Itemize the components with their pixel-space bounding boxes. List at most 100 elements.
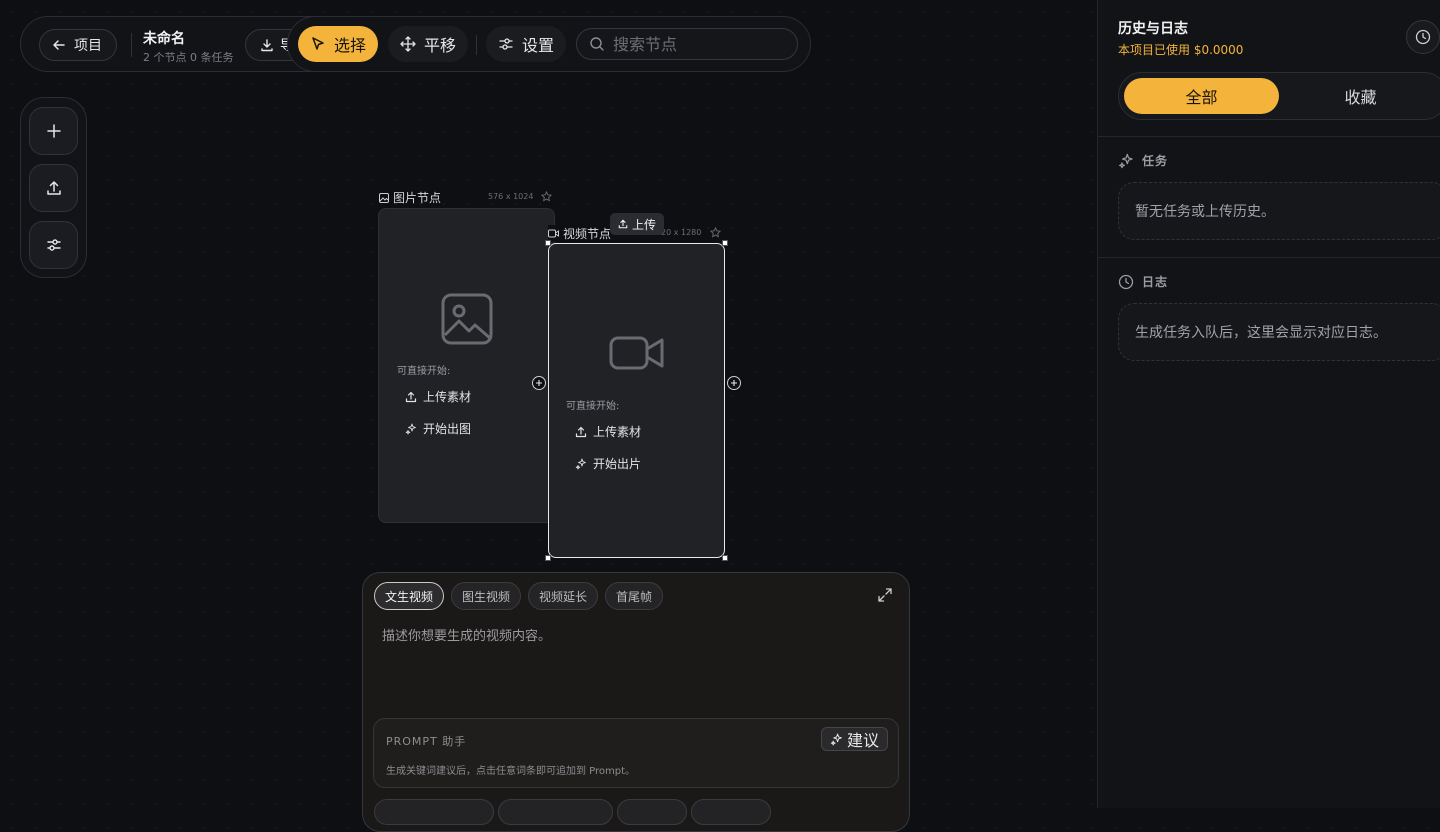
video-node-size: 20 x 1280 xyxy=(661,228,702,237)
video-upload-label: 上传素材 xyxy=(593,425,642,439)
video-node-output-port[interactable] xyxy=(727,376,741,390)
image-node-output-port[interactable] xyxy=(532,376,546,390)
logs-section-title: 日志 xyxy=(1118,273,1168,290)
move-icon xyxy=(400,36,416,52)
assistant-description: 生成关键词建议后，点击任意词条即可追加到 Prompt。 xyxy=(386,766,636,777)
sidebar-title: 历史与日志 xyxy=(1118,21,1188,37)
pan-tool-label: 平移 xyxy=(424,36,457,55)
project-stats: 2 个节点 0 条任务 xyxy=(143,51,234,64)
tab-first-last-frame[interactable]: 首尾帧 xyxy=(605,582,664,610)
back-label: 项目 xyxy=(74,38,102,54)
divider xyxy=(1098,136,1440,137)
image-upload-action[interactable]: 上传素材 xyxy=(405,388,471,405)
history-log-sidebar: 历史与日志 本项目已使用 $0.0000 全部 收藏 任务 暂无任务或上传历史。… xyxy=(1097,0,1440,808)
star-icon[interactable] xyxy=(541,191,552,202)
filter-favorites-tab[interactable]: 收藏 xyxy=(1283,78,1438,114)
tasks-section-title: 任务 xyxy=(1118,152,1168,169)
clock-icon xyxy=(1118,274,1134,290)
settings-label: 设置 xyxy=(522,36,555,55)
video-generate-action[interactable]: 开始出片 xyxy=(575,455,641,472)
add-node-button[interactable] xyxy=(29,107,78,155)
history-clock-button[interactable] xyxy=(1406,20,1440,54)
filter-all-tab[interactable]: 全部 xyxy=(1124,78,1279,114)
cursor-icon xyxy=(310,36,326,52)
option-pill[interactable] xyxy=(617,799,687,825)
upload-icon xyxy=(405,391,417,403)
sparkle-icon xyxy=(1118,153,1134,169)
plus-icon xyxy=(45,122,63,140)
upload-button[interactable] xyxy=(29,164,78,212)
search-input[interactable] xyxy=(613,34,773,54)
resize-handle-top-right[interactable] xyxy=(722,240,728,246)
sparkle-icon xyxy=(575,458,587,470)
upload-icon xyxy=(45,179,63,197)
suggest-button[interactable]: 建议 xyxy=(820,727,888,751)
image-upload-label: 上传素材 xyxy=(423,390,472,404)
node-search[interactable] xyxy=(576,28,798,60)
option-pill[interactable] xyxy=(691,799,771,825)
logs-title: 日志 xyxy=(1142,275,1169,289)
tab-image-to-video[interactable]: 图生视频 xyxy=(451,582,522,610)
video-icon xyxy=(548,229,559,238)
history-filter: 全部 收藏 xyxy=(1118,72,1440,120)
prompt-input[interactable]: 描述你想要生成的视频内容。 xyxy=(382,625,551,644)
suggest-label: 建议 xyxy=(846,731,879,750)
resize-handle-bottom-left[interactable] xyxy=(545,555,551,561)
resize-handle-bottom-right[interactable] xyxy=(722,555,728,561)
image-placeholder-icon xyxy=(441,293,493,345)
sparkle-icon xyxy=(830,733,843,746)
option-pill[interactable] xyxy=(498,799,613,825)
tasks-title: 任务 xyxy=(1142,154,1169,168)
adjust-button[interactable] xyxy=(29,221,78,269)
video-generate-label: 开始出片 xyxy=(593,457,642,471)
arrow-left-icon xyxy=(52,38,66,52)
video-upload-action[interactable]: 上传素材 xyxy=(575,423,641,440)
video-upload-tag-button[interactable]: 上传 xyxy=(610,213,665,235)
image-generate-action[interactable]: 开始出图 xyxy=(405,420,471,437)
video-placeholder-icon xyxy=(609,334,665,372)
sparkle-icon xyxy=(405,423,417,435)
search-icon xyxy=(589,36,605,52)
image-node-title: 图片节点 xyxy=(393,191,442,205)
upload-icon xyxy=(618,219,628,229)
tasks-empty-state: 暂无任务或上传历史。 xyxy=(1118,182,1440,240)
select-tool-label: 选择 xyxy=(334,36,367,55)
prompt-assistant: PROMPT 助手 建议 生成关键词建议后，点击任意词条即可追加到 Prompt… xyxy=(373,718,899,788)
video-node-card[interactable]: 可直接开始: 上传素材 开始出片 xyxy=(548,243,725,558)
upload-tag-label: 上传 xyxy=(632,217,657,232)
upload-icon xyxy=(575,426,587,438)
resize-handle-top-left[interactable] xyxy=(545,240,551,246)
expand-icon[interactable] xyxy=(877,587,893,603)
divider xyxy=(1098,257,1440,258)
tab-text-to-video[interactable]: 文生视频 xyxy=(374,582,445,610)
select-tool-button[interactable]: 选择 xyxy=(298,26,379,62)
download-icon xyxy=(260,38,274,52)
settings-button[interactable]: 设置 xyxy=(486,26,567,62)
image-node-size: 576 x 1024 xyxy=(488,192,534,201)
video-node-label: 视频节点 xyxy=(548,225,616,242)
divider xyxy=(131,33,132,57)
image-icon xyxy=(379,192,389,203)
logs-empty-state: 生成任务入队后，这里会显示对应日志。 xyxy=(1118,303,1440,361)
image-node-card[interactable]: 可直接开始: 上传素材 开始出图 xyxy=(378,208,555,523)
option-pill[interactable] xyxy=(374,799,494,825)
project-cost: 本项目已使用 $0.0000 xyxy=(1118,43,1244,57)
tab-video-extend[interactable]: 视频延长 xyxy=(528,582,599,610)
sliders-icon xyxy=(45,236,63,254)
canvas-toolbar: 选择 平移 设置 xyxy=(287,16,811,72)
clock-icon xyxy=(1415,29,1431,45)
image-node-hint: 可直接开始: xyxy=(397,366,451,377)
prompt-panel: 文生视频 图生视频 视频延长 首尾帧 描述你想要生成的视频内容。 PROMPT … xyxy=(362,572,910,832)
video-node-hint: 可直接开始: xyxy=(566,401,620,412)
image-node-label: 图片节点 xyxy=(379,189,441,206)
left-toolbar xyxy=(20,97,87,278)
sliders-icon xyxy=(498,36,514,52)
toolbar-divider xyxy=(476,35,477,55)
video-node-title: 视频节点 xyxy=(563,227,612,241)
assistant-title: PROMPT 助手 xyxy=(386,735,467,748)
image-generate-label: 开始出图 xyxy=(423,422,472,436)
pan-tool-button[interactable]: 平移 xyxy=(388,26,469,62)
project-title: 未命名 xyxy=(143,31,185,47)
star-icon[interactable] xyxy=(710,227,721,238)
back-to-projects-button[interactable]: 项目 xyxy=(39,29,117,61)
